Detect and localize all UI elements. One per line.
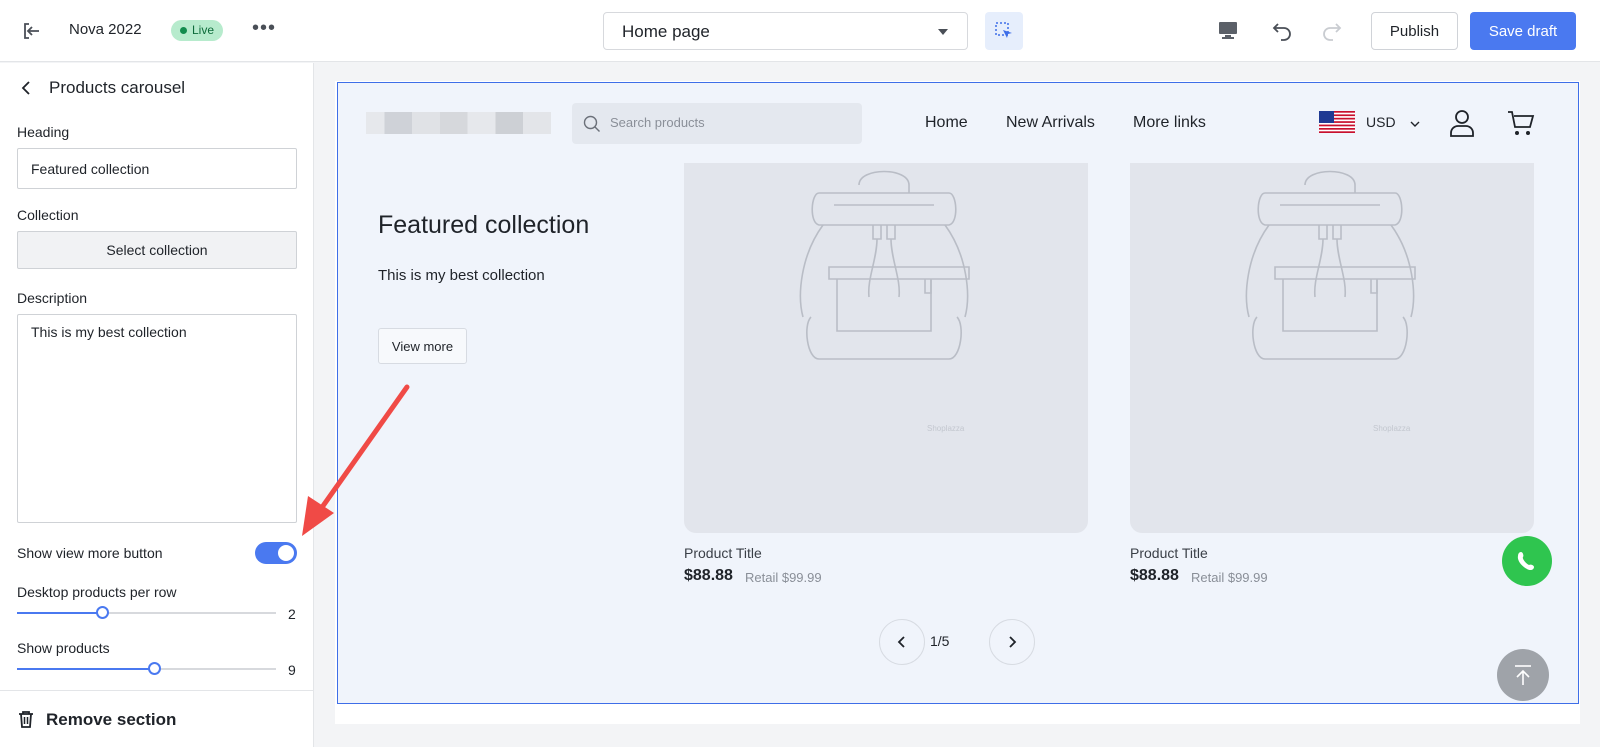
- watermark: Shoplazza: [927, 424, 965, 433]
- show-view-more-toggle[interactable]: [255, 542, 297, 564]
- carousel-prev-button[interactable]: [879, 619, 925, 665]
- desktop-per-row-value: 2: [288, 606, 296, 622]
- view-more-button[interactable]: View more: [378, 328, 467, 364]
- slider-fill: [17, 668, 155, 670]
- page-selector[interactable]: Home page: [603, 12, 968, 50]
- product-price: $88.88: [1130, 567, 1179, 584]
- search-icon: [583, 115, 600, 132]
- desktop-per-row-label: Desktop products per row: [17, 584, 177, 600]
- status-badge: Live: [171, 20, 224, 41]
- account-icon[interactable]: [1448, 108, 1476, 143]
- desktop-per-row-slider[interactable]: [17, 606, 276, 619]
- heading-input[interactable]: [17, 148, 297, 189]
- desktop-icon[interactable]: [1217, 19, 1239, 46]
- product-image[interactable]: Shoplazza: [684, 163, 1088, 533]
- collection-heading: Featured collection: [378, 211, 590, 239]
- section-title: Products carousel: [49, 78, 186, 97]
- nav-home[interactable]: Home: [925, 114, 968, 132]
- product-image[interactable]: Shoplazza: [1130, 163, 1534, 533]
- back-to-top-icon[interactable]: [1497, 649, 1549, 701]
- slider-thumb[interactable]: [96, 606, 110, 619]
- chevron-down-icon: [1409, 116, 1421, 134]
- more-options-icon[interactable]: •••: [252, 17, 276, 40]
- collection-label: Collection: [17, 207, 79, 223]
- carousel-next-button[interactable]: [989, 619, 1035, 665]
- chevron-left-icon: [897, 636, 905, 648]
- product-title[interactable]: Product Title: [684, 545, 762, 561]
- page-selector-label: Home page: [622, 22, 710, 41]
- currency-selector[interactable]: USD: [1366, 114, 1396, 130]
- settings-sidebar: Products carousel Heading Collection Sel…: [0, 63, 314, 747]
- remove-section-button[interactable]: Remove section: [46, 710, 176, 730]
- product-price: $88.88: [684, 567, 733, 584]
- products-carousel-preview[interactable]: Search products Home New Arrivals More l…: [337, 82, 1579, 704]
- product-retail-price: Retail $99.99: [745, 570, 822, 585]
- backpack-placeholder-icon: [799, 170, 970, 360]
- whatsapp-icon[interactable]: [1502, 536, 1552, 586]
- select-collection-button[interactable]: Select collection: [17, 231, 297, 269]
- show-view-more-label: Show view more button: [17, 545, 163, 561]
- show-products-value: 9: [288, 662, 296, 678]
- chevron-right-icon: [1009, 636, 1017, 648]
- nav-new-arrivals[interactable]: New Arrivals: [1006, 114, 1095, 132]
- carousel-page-indicator: 1/5: [930, 633, 950, 649]
- heading-label: Heading: [17, 124, 70, 140]
- search-placeholder: Search products: [610, 115, 705, 130]
- save-draft-button[interactable]: Save draft: [1470, 12, 1576, 50]
- nav-more-links[interactable]: More links: [1133, 114, 1206, 132]
- show-products-slider[interactable]: [17, 662, 276, 675]
- storefront-header: Search products Home New Arrivals More l…: [338, 83, 1578, 163]
- trash-icon: [18, 710, 34, 733]
- undo-icon[interactable]: [1270, 18, 1294, 47]
- chevron-down-icon: [938, 29, 948, 35]
- select-element-icon[interactable]: [985, 12, 1023, 50]
- back-arrow-icon[interactable]: [20, 80, 34, 101]
- exit-icon[interactable]: [20, 19, 44, 43]
- description-label: Description: [17, 290, 88, 306]
- publish-button[interactable]: Publish: [1371, 12, 1458, 50]
- store-name: Nova 2022: [69, 21, 142, 38]
- slider-fill: [17, 612, 103, 614]
- cart-icon[interactable]: [1506, 108, 1536, 143]
- description-textarea[interactable]: This is my best collection: [17, 314, 297, 523]
- product-retail-price: Retail $99.99: [1191, 570, 1268, 585]
- top-bar: Nova 2022 Live ••• Home page Publish Sav…: [0, 0, 1600, 62]
- product-title[interactable]: Product Title: [1130, 545, 1208, 561]
- watermark: Shoplazza: [1373, 424, 1411, 433]
- store-logo-blurred[interactable]: [366, 112, 551, 134]
- show-products-label: Show products: [17, 640, 110, 656]
- redo-icon[interactable]: [1320, 18, 1344, 47]
- remove-section-row[interactable]: Remove section: [0, 690, 313, 747]
- us-flag-icon[interactable]: [1319, 111, 1355, 138]
- slider-thumb[interactable]: [148, 662, 162, 675]
- collection-description: This is my best collection: [378, 267, 545, 284]
- backpack-placeholder-icon: [1245, 170, 1416, 360]
- storefront-search-input[interactable]: Search products: [572, 103, 862, 144]
